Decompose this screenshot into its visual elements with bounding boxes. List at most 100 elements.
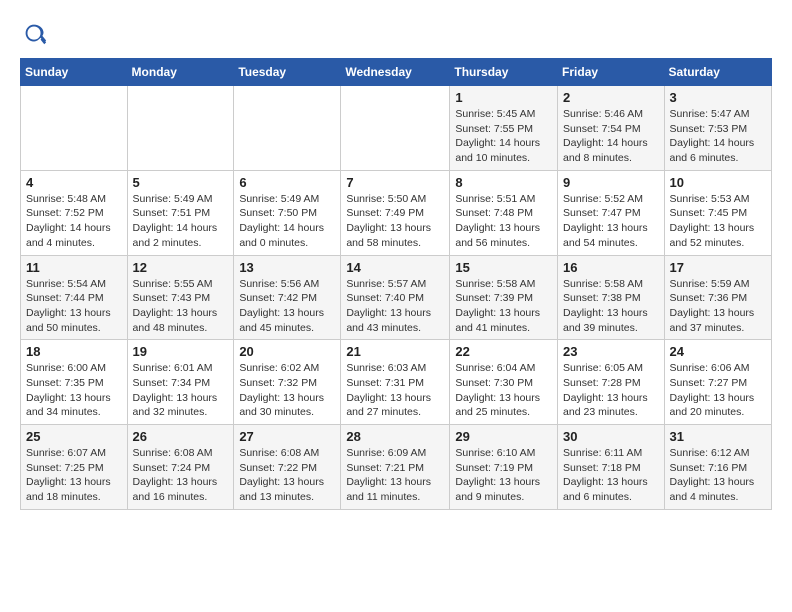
day-info: Sunrise: 6:09 AM Sunset: 7:21 PM Dayligh… [346,446,444,505]
day-number: 20 [239,344,335,359]
calendar-cell [234,86,341,171]
calendar-cell: 24Sunrise: 6:06 AM Sunset: 7:27 PM Dayli… [664,340,771,425]
day-info: Sunrise: 5:53 AM Sunset: 7:45 PM Dayligh… [670,192,766,251]
calendar-cell [21,86,128,171]
day-info: Sunrise: 5:50 AM Sunset: 7:49 PM Dayligh… [346,192,444,251]
weekday-header-monday: Monday [127,59,234,86]
day-info: Sunrise: 6:06 AM Sunset: 7:27 PM Dayligh… [670,361,766,420]
logo [20,20,52,48]
day-number: 5 [133,175,229,190]
calendar-cell: 30 Sunrise: 6:11 AM Sunset: 7:18 PM Dayli… [558,425,665,510]
day-info: Sunrise: 6:02 AM Sunset: 7:32 PM Dayligh… [239,361,335,420]
day-info: Sunrise: 5:58 AM Sunset: 7:39 PM Dayligh… [455,277,552,336]
day-number: 6 [239,175,335,190]
day-number: 23 [563,344,659,359]
calendar-cell: 13 Sunrise: 5:56 AM Sunset: 7:42 PM Dayli… [234,255,341,340]
calendar-cell: 28Sunrise: 6:09 AM Sunset: 7:21 PM Dayli… [341,425,450,510]
calendar-cell: 6 Sunrise: 5:49 AM Sunset: 7:50 PM Daylig… [234,170,341,255]
day-info: Sunrise: 6:00 AM Sunset: 7:35 PM Dayligh… [26,361,122,420]
week-row-2: 4Sunrise: 5:48 AM Sunset: 7:52 PM Daylig… [21,170,772,255]
day-number: 22 [455,344,552,359]
weekday-header-row: SundayMondayTuesdayWednesdayThursdayFrid… [21,59,772,86]
day-number: 21 [346,344,444,359]
day-number: 11 [26,260,122,275]
day-info: Sunrise: 6:11 AM Sunset: 7:18 PM Dayligh… [563,446,659,505]
day-info: Sunrise: 5:45 AM Sunset: 7:55 PM Dayligh… [455,107,552,166]
calendar-cell: 29 Sunrise: 6:10 AM Sunset: 7:19 PM Dayli… [450,425,558,510]
calendar-cell: 27 Sunrise: 6:08 AM Sunset: 7:22 PM Dayli… [234,425,341,510]
day-number: 3 [670,90,766,105]
day-info: Sunrise: 6:04 AM Sunset: 7:30 PM Dayligh… [455,361,552,420]
day-number: 1 [455,90,552,105]
calendar-cell: 10 Sunrise: 5:53 AM Sunset: 7:45 PM Dayli… [664,170,771,255]
week-row-3: 11 Sunrise: 5:54 AM Sunset: 7:44 PM Dayli… [21,255,772,340]
day-info: Sunrise: 5:46 AM Sunset: 7:54 PM Dayligh… [563,107,659,166]
calendar-cell: 1 Sunrise: 5:45 AM Sunset: 7:55 PM Daylig… [450,86,558,171]
day-number: 15 [455,260,552,275]
day-number: 2 [563,90,659,105]
calendar-cell: 18 Sunrise: 6:00 AM Sunset: 7:35 PM Dayli… [21,340,128,425]
day-info: Sunrise: 6:10 AM Sunset: 7:19 PM Dayligh… [455,446,552,505]
day-info: Sunrise: 5:47 AM Sunset: 7:53 PM Dayligh… [670,107,766,166]
day-info: Sunrise: 5:57 AM Sunset: 7:40 PM Dayligh… [346,277,444,336]
day-number: 10 [670,175,766,190]
day-info: Sunrise: 5:58 AM Sunset: 7:38 PM Dayligh… [563,277,659,336]
weekday-header-tuesday: Tuesday [234,59,341,86]
week-row-4: 18 Sunrise: 6:00 AM Sunset: 7:35 PM Dayli… [21,340,772,425]
day-number: 7 [346,175,444,190]
page-header [20,20,772,48]
calendar-cell: 17Sunrise: 5:59 AM Sunset: 7:36 PM Dayli… [664,255,771,340]
calendar-cell: 5 Sunrise: 5:49 AM Sunset: 7:51 PM Daylig… [127,170,234,255]
day-info: Sunrise: 5:52 AM Sunset: 7:47 PM Dayligh… [563,192,659,251]
day-info: Sunrise: 6:05 AM Sunset: 7:28 PM Dayligh… [563,361,659,420]
weekday-header-saturday: Saturday [664,59,771,86]
calendar-table: SundayMondayTuesdayWednesdayThursdayFrid… [20,58,772,510]
calendar-cell: 12Sunrise: 5:55 AM Sunset: 7:43 PM Dayli… [127,255,234,340]
weekday-header-friday: Friday [558,59,665,86]
day-number: 13 [239,260,335,275]
day-number: 12 [133,260,229,275]
day-number: 17 [670,260,766,275]
day-number: 9 [563,175,659,190]
day-number: 18 [26,344,122,359]
calendar-cell: 2 Sunrise: 5:46 AM Sunset: 7:54 PM Daylig… [558,86,665,171]
day-number: 27 [239,429,335,444]
weekday-header-thursday: Thursday [450,59,558,86]
calendar-cell: 9 Sunrise: 5:52 AM Sunset: 7:47 PM Daylig… [558,170,665,255]
day-number: 8 [455,175,552,190]
day-info: Sunrise: 5:56 AM Sunset: 7:42 PM Dayligh… [239,277,335,336]
day-number: 25 [26,429,122,444]
day-info: Sunrise: 6:08 AM Sunset: 7:24 PM Dayligh… [133,446,229,505]
day-number: 30 [563,429,659,444]
weekday-header-sunday: Sunday [21,59,128,86]
week-row-5: 25 Sunrise: 6:07 AM Sunset: 7:25 PM Dayli… [21,425,772,510]
calendar-cell: 23 Sunrise: 6:05 AM Sunset: 7:28 PM Dayli… [558,340,665,425]
calendar-cell: 11 Sunrise: 5:54 AM Sunset: 7:44 PM Dayli… [21,255,128,340]
day-number: 31 [670,429,766,444]
day-number: 19 [133,344,229,359]
day-info: Sunrise: 5:54 AM Sunset: 7:44 PM Dayligh… [26,277,122,336]
calendar-cell: 7 Sunrise: 5:50 AM Sunset: 7:49 PM Daylig… [341,170,450,255]
calendar-cell [127,86,234,171]
day-info: Sunrise: 5:49 AM Sunset: 7:50 PM Dayligh… [239,192,335,251]
day-info: Sunrise: 6:03 AM Sunset: 7:31 PM Dayligh… [346,361,444,420]
calendar-cell: 22 Sunrise: 6:04 AM Sunset: 7:30 PM Dayli… [450,340,558,425]
calendar-cell [341,86,450,171]
calendar-cell: 21 Sunrise: 6:03 AM Sunset: 7:31 PM Dayli… [341,340,450,425]
day-info: Sunrise: 5:49 AM Sunset: 7:51 PM Dayligh… [133,192,229,251]
day-info: Sunrise: 6:01 AM Sunset: 7:34 PM Dayligh… [133,361,229,420]
day-info: Sunrise: 6:07 AM Sunset: 7:25 PM Dayligh… [26,446,122,505]
calendar-cell: 4Sunrise: 5:48 AM Sunset: 7:52 PM Daylig… [21,170,128,255]
day-info: Sunrise: 5:51 AM Sunset: 7:48 PM Dayligh… [455,192,552,251]
day-number: 14 [346,260,444,275]
day-info: Sunrise: 6:12 AM Sunset: 7:16 PM Dayligh… [670,446,766,505]
calendar-cell: 15 Sunrise: 5:58 AM Sunset: 7:39 PM Dayli… [450,255,558,340]
day-number: 16 [563,260,659,275]
calendar-cell: 3 Sunrise: 5:47 AM Sunset: 7:53 PM Daylig… [664,86,771,171]
day-info: Sunrise: 6:08 AM Sunset: 7:22 PM Dayligh… [239,446,335,505]
week-row-1: 1 Sunrise: 5:45 AM Sunset: 7:55 PM Daylig… [21,86,772,171]
calendar-cell: 31 Sunrise: 6:12 AM Sunset: 7:16 PM Dayli… [664,425,771,510]
day-number: 26 [133,429,229,444]
calendar-cell: 14 Sunrise: 5:57 AM Sunset: 7:40 PM Dayli… [341,255,450,340]
day-number: 29 [455,429,552,444]
